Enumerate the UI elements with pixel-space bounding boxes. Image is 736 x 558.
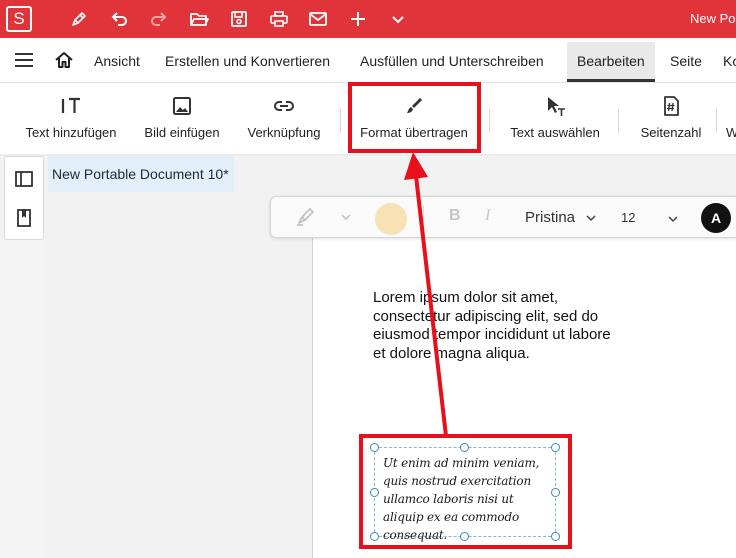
window-title: New Po bbox=[690, 11, 736, 26]
menu-bar: Ansicht Erstellen und Konvertieren Ausfü… bbox=[0, 38, 736, 82]
chevron-down-icon[interactable] bbox=[388, 9, 408, 29]
format-divider bbox=[423, 205, 424, 231]
add-text-icon bbox=[60, 95, 82, 117]
menu-ansicht[interactable]: Ansicht bbox=[94, 53, 140, 69]
toolbar-divider bbox=[340, 109, 341, 133]
pen-icon[interactable] bbox=[69, 9, 89, 29]
bild-einfuegen-button[interactable]: Bild einfügen bbox=[138, 83, 226, 155]
menu-ausfuellen-und-unterschreiben[interactable]: Ausfüllen und Unterschreiben bbox=[360, 53, 544, 69]
page-number-icon bbox=[660, 95, 682, 117]
font-size-select[interactable]: 12 bbox=[621, 210, 679, 225]
thumbnails-panel-icon[interactable] bbox=[14, 169, 34, 189]
text-hinzufuegen-button[interactable]: Text hinzufügen bbox=[14, 83, 128, 155]
toolbar-divider bbox=[716, 109, 717, 133]
font-size-value: 12 bbox=[621, 210, 636, 225]
title-bar: S New Po bbox=[0, 0, 736, 38]
text-auswaehlen-button[interactable]: Text auswählen bbox=[502, 83, 608, 155]
verknuepfung-label: Verknüpfung bbox=[247, 125, 321, 140]
folder-open-icon[interactable] bbox=[189, 9, 209, 29]
menu-erstellen-und-konvertieren[interactable]: Erstellen und Konvertieren bbox=[165, 53, 330, 69]
print-icon[interactable] bbox=[269, 9, 289, 29]
toolbar-overflow-button[interactable]: W bbox=[726, 83, 736, 155]
image-icon bbox=[171, 95, 193, 117]
format-button-highlight bbox=[348, 82, 481, 153]
menu-seite[interactable]: Seite bbox=[670, 53, 702, 69]
mail-icon[interactable] bbox=[308, 9, 328, 29]
toolbar-divider bbox=[489, 109, 490, 133]
text-hinzufuegen-label: Text hinzufügen bbox=[25, 125, 117, 140]
format-bar: B I Pristina 12 A bbox=[270, 196, 736, 238]
font-family-dropdown-icon bbox=[586, 215, 596, 222]
font-family-select[interactable]: Pristina bbox=[525, 209, 597, 226]
highlighter-icon[interactable] bbox=[293, 205, 317, 229]
user-avatar[interactable]: A bbox=[701, 203, 731, 233]
bold-button[interactable]: B bbox=[449, 207, 461, 247]
document-tab-bar: New Portable Document 10* bbox=[44, 156, 736, 196]
font-size-dropdown-icon bbox=[668, 216, 678, 222]
document-tab[interactable]: New Portable Document 10* bbox=[48, 156, 234, 192]
highlighter-dropdown-icon[interactable] bbox=[339, 210, 353, 224]
plus-icon[interactable] bbox=[348, 9, 368, 29]
app-window: S New Po Ansicht Erstellen und Konvertie… bbox=[0, 0, 736, 558]
bild-einfuegen-label: Bild einfügen bbox=[144, 125, 220, 140]
redo-icon bbox=[149, 9, 169, 29]
link-icon bbox=[273, 95, 295, 117]
panel-toggle-group bbox=[4, 156, 44, 240]
verknuepfung-button[interactable]: Verknüpfung bbox=[240, 83, 328, 155]
italic-button[interactable]: I bbox=[485, 207, 490, 247]
text-box-highlight bbox=[359, 434, 572, 549]
undo-icon[interactable] bbox=[109, 9, 129, 29]
toolbar-overflow-label: W bbox=[726, 125, 736, 140]
text-select-cursor-icon bbox=[544, 95, 566, 117]
toolbar-divider bbox=[618, 109, 619, 133]
text-auswaehlen-label: Text auswählen bbox=[510, 125, 600, 140]
app-logo: S bbox=[6, 6, 32, 32]
save-icon[interactable] bbox=[229, 9, 249, 29]
menu-bearbeiten[interactable]: Bearbeiten bbox=[567, 42, 655, 82]
seitenzahl-button[interactable]: Seitenzahl bbox=[632, 83, 710, 155]
home-icon[interactable] bbox=[54, 50, 74, 70]
text-color-swatch[interactable] bbox=[375, 203, 407, 235]
hamburger-menu-icon[interactable] bbox=[14, 52, 34, 68]
bookmark-panel-icon[interactable] bbox=[14, 208, 34, 228]
seitenzahl-label: Seitenzahl bbox=[640, 125, 702, 140]
lorem-paragraph[interactable]: Lorem ipsum dolor sit amet, consectetur … bbox=[373, 289, 613, 363]
font-family-value: Pristina bbox=[525, 209, 576, 226]
thumbnail-pane bbox=[44, 196, 312, 558]
menu-overflow[interactable]: Ko bbox=[723, 53, 736, 69]
menu-bearbeiten-label: Bearbeiten bbox=[577, 53, 645, 69]
